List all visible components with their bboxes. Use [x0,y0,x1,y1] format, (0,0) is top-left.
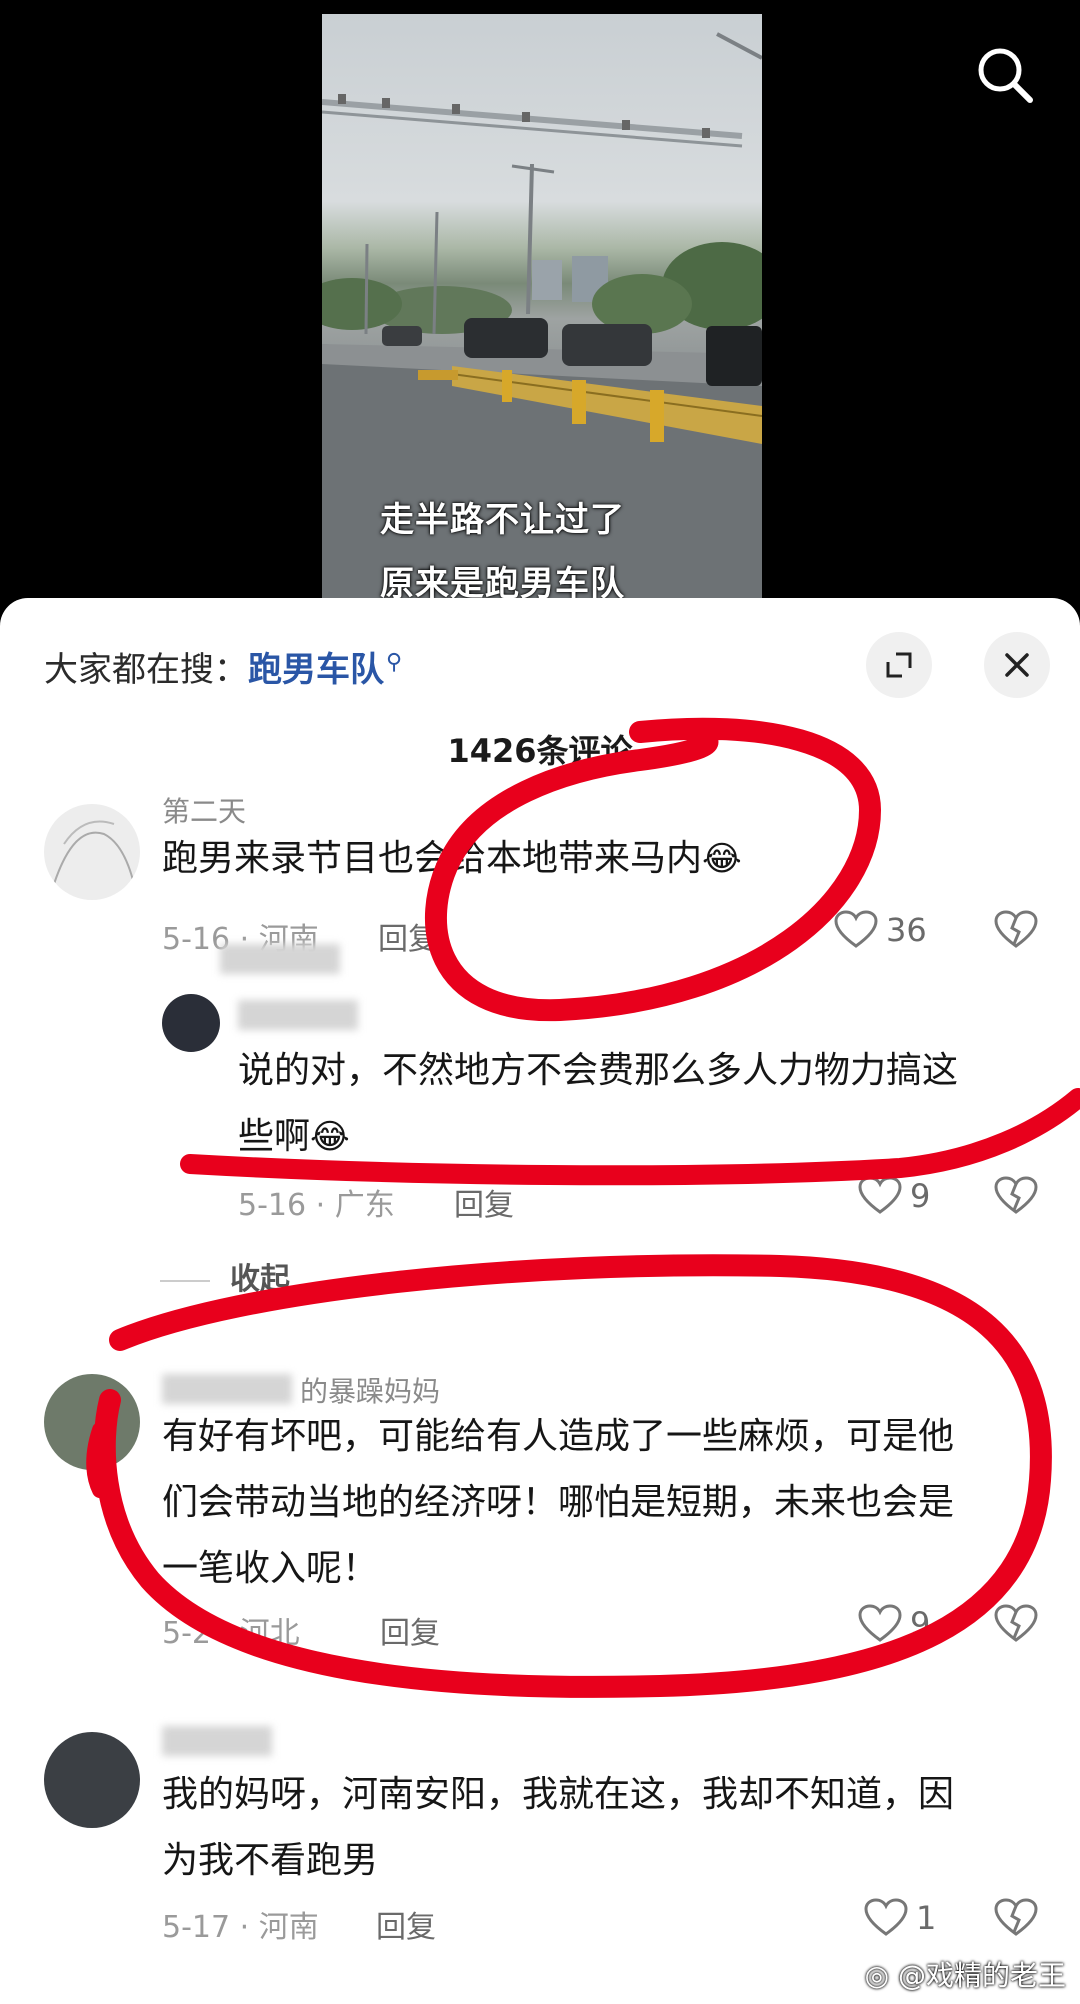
comment-date-location: 5-17 · 河南 [162,1910,319,1945]
avatar[interactable] [44,1732,140,1828]
comment-reply-item: 说的对，不然地方不会费那么多人力物力搞这 些啊😂 5-16 · 广东 回复 9 [0,994,1080,1244]
avatar[interactable] [44,804,140,900]
close-button[interactable] [984,632,1050,698]
comment-text-body: 些啊 [238,1116,311,1157]
comment-item: 的暴躁妈妈 有好有坏吧，可能给有人造成了一些麻烦，可是他 们会带动当地的经济呀！… [0,1374,1080,1674]
like-button[interactable]: 9 [858,1604,930,1644]
avatar[interactable] [162,994,220,1052]
watermark-text: @戏精的老王 [897,1959,1066,1992]
like-count: 9 [910,1177,931,1215]
like-button[interactable]: 36 [834,910,927,950]
like-button[interactable]: 1 [864,1898,936,1938]
avatar[interactable] [44,1374,140,1470]
comment-text-line: 有好有坏吧，可能给有人造成了一些麻烦，可是他 [162,1416,955,1457]
like-button[interactable]: 9 [858,1176,930,1216]
blurred-region [220,944,340,974]
video-caption-line2: 原来是跑男车队 [380,564,625,600]
dislike-button[interactable] [994,1898,1038,1942]
comment-text-line: 为我不看跑男 [162,1840,379,1881]
comment-text-line: 说的对，不然地方不会费那么多人力物力搞这 [238,1050,959,1091]
reply-button[interactable]: 回复 [454,1180,514,1224]
dislike-button[interactable] [994,1604,1038,1648]
comment-text-line: 们会带动当地的经济呀！哪怕是短期，未来也会是 [162,1482,955,1523]
comment-item: 我的妈呀，河南安阳，我就在这，我却不知道，因 为我不看跑男 5-17 · 河南 … [0,1726,1080,1992]
comment-text: 我的妈呀，河南安阳，我就在这，我却不知道，因 为我不看跑男 [162,1762,954,1894]
comment-username[interactable]: 第二天 [162,790,246,830]
comment-text-body: 跑男来录节目也会给本地带来马内 [162,838,703,879]
dislike-button[interactable] [994,910,1038,954]
watermark: ◎ @戏精的老王 [865,1954,1066,1994]
blurred-username [162,1726,272,1756]
broken-heart-icon [994,910,1038,948]
reply-button[interactable]: 回复 [380,1608,440,1652]
comment-count: 1426条评论 [447,732,633,770]
blurred-username [162,1374,292,1404]
laughing-emoji-icon: 😂 [702,839,742,879]
video-caption-line1: 走半路不让过了 [380,500,625,540]
comment-text: 有好有坏吧，可能给有人造成了一些麻烦，可是他 们会带动当地的经济呀！哪怕是短期，… [162,1404,954,1602]
video-frame[interactable]: 走半路不让过了 原来是跑男车队 [322,14,762,600]
blurred-username [238,1000,358,1030]
comment-text: 说的对，不然地方不会费那么多人力物力搞这 些啊😂 [238,1038,958,1170]
collapse-replies-button[interactable]: 收起 [160,1254,290,1298]
broken-heart-icon [994,1898,1038,1936]
divider [160,1279,210,1282]
sheet-header: 大家都在搜：跑男车队⚲ [0,598,1080,728]
expand-button[interactable] [866,632,932,698]
video-area[interactable]: 走半路不让过了 原来是跑男车队 [0,0,1080,600]
heart-icon [858,1176,902,1214]
small-search-icon: ⚲ [386,649,403,675]
hot-search-keyword[interactable]: 跑男车队 [248,650,384,690]
reply-button[interactable]: 回复 [378,914,438,958]
comment-date-location: 5-2 · 河北 [162,1616,300,1651]
laughing-emoji-icon: 😂 [310,1117,350,1157]
search-icon[interactable] [970,40,1040,110]
heart-icon [834,910,878,948]
collapse-label: 收起 [230,1262,290,1297]
heart-icon [864,1898,908,1936]
comment-sheet: 大家都在搜：跑男车队⚲ 1426条评论 第二天 跑男来录节目也会给本地带来马内😂… [0,598,1080,2004]
weibo-logo-icon: ◎ [864,1959,890,1992]
broken-heart-icon [994,1176,1038,1214]
comment-text-line: 些啊😂 [238,1104,958,1170]
comment-date-location: 5-16 · 广东 [238,1188,395,1223]
like-count: 1 [916,1899,937,1937]
like-count: 9 [910,1605,931,1643]
heart-icon [858,1604,902,1642]
dislike-button[interactable] [994,1176,1038,1220]
comment-text-line: 我的妈呀，河南安阳，我就在这，我却不知道，因 [162,1774,955,1815]
comment-item: 第二天 跑男来录节目也会给本地带来马内😂 5-16 · 河南 回复 36 [0,795,1080,984]
expand-icon [886,652,912,678]
broken-heart-icon [994,1604,1038,1642]
close-icon [1005,653,1029,677]
comment-text: 跑男来录节目也会给本地带来马内😂 [162,826,742,892]
comment-text-line: 一笔收入呢！ [162,1548,379,1589]
reply-button[interactable]: 回复 [376,1902,436,1946]
like-count: 36 [886,911,927,949]
hot-search[interactable]: 大家都在搜：跑男车队⚲ [44,642,402,691]
hot-search-prefix: 大家都在搜： [44,650,248,690]
